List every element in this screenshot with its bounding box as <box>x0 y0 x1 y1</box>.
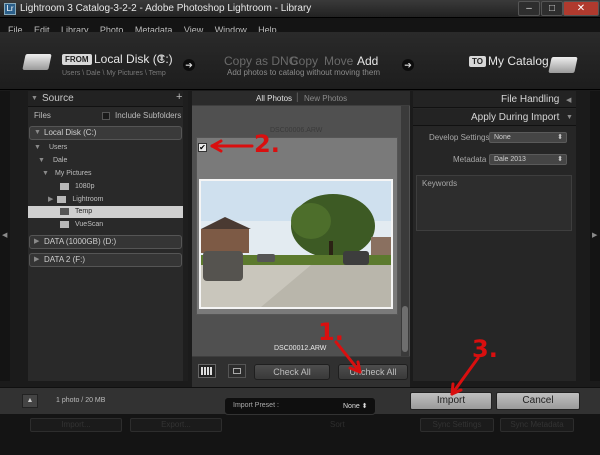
arrow-1 <box>334 340 362 374</box>
annotation-overlay <box>210 139 480 396</box>
annotation-arrows <box>210 139 480 396</box>
annotation-label-1: 1. <box>318 318 344 346</box>
annotation-label-2: 2. <box>254 130 280 158</box>
arrow-3 <box>450 356 480 396</box>
annotation-label-3: 3. <box>472 335 498 363</box>
